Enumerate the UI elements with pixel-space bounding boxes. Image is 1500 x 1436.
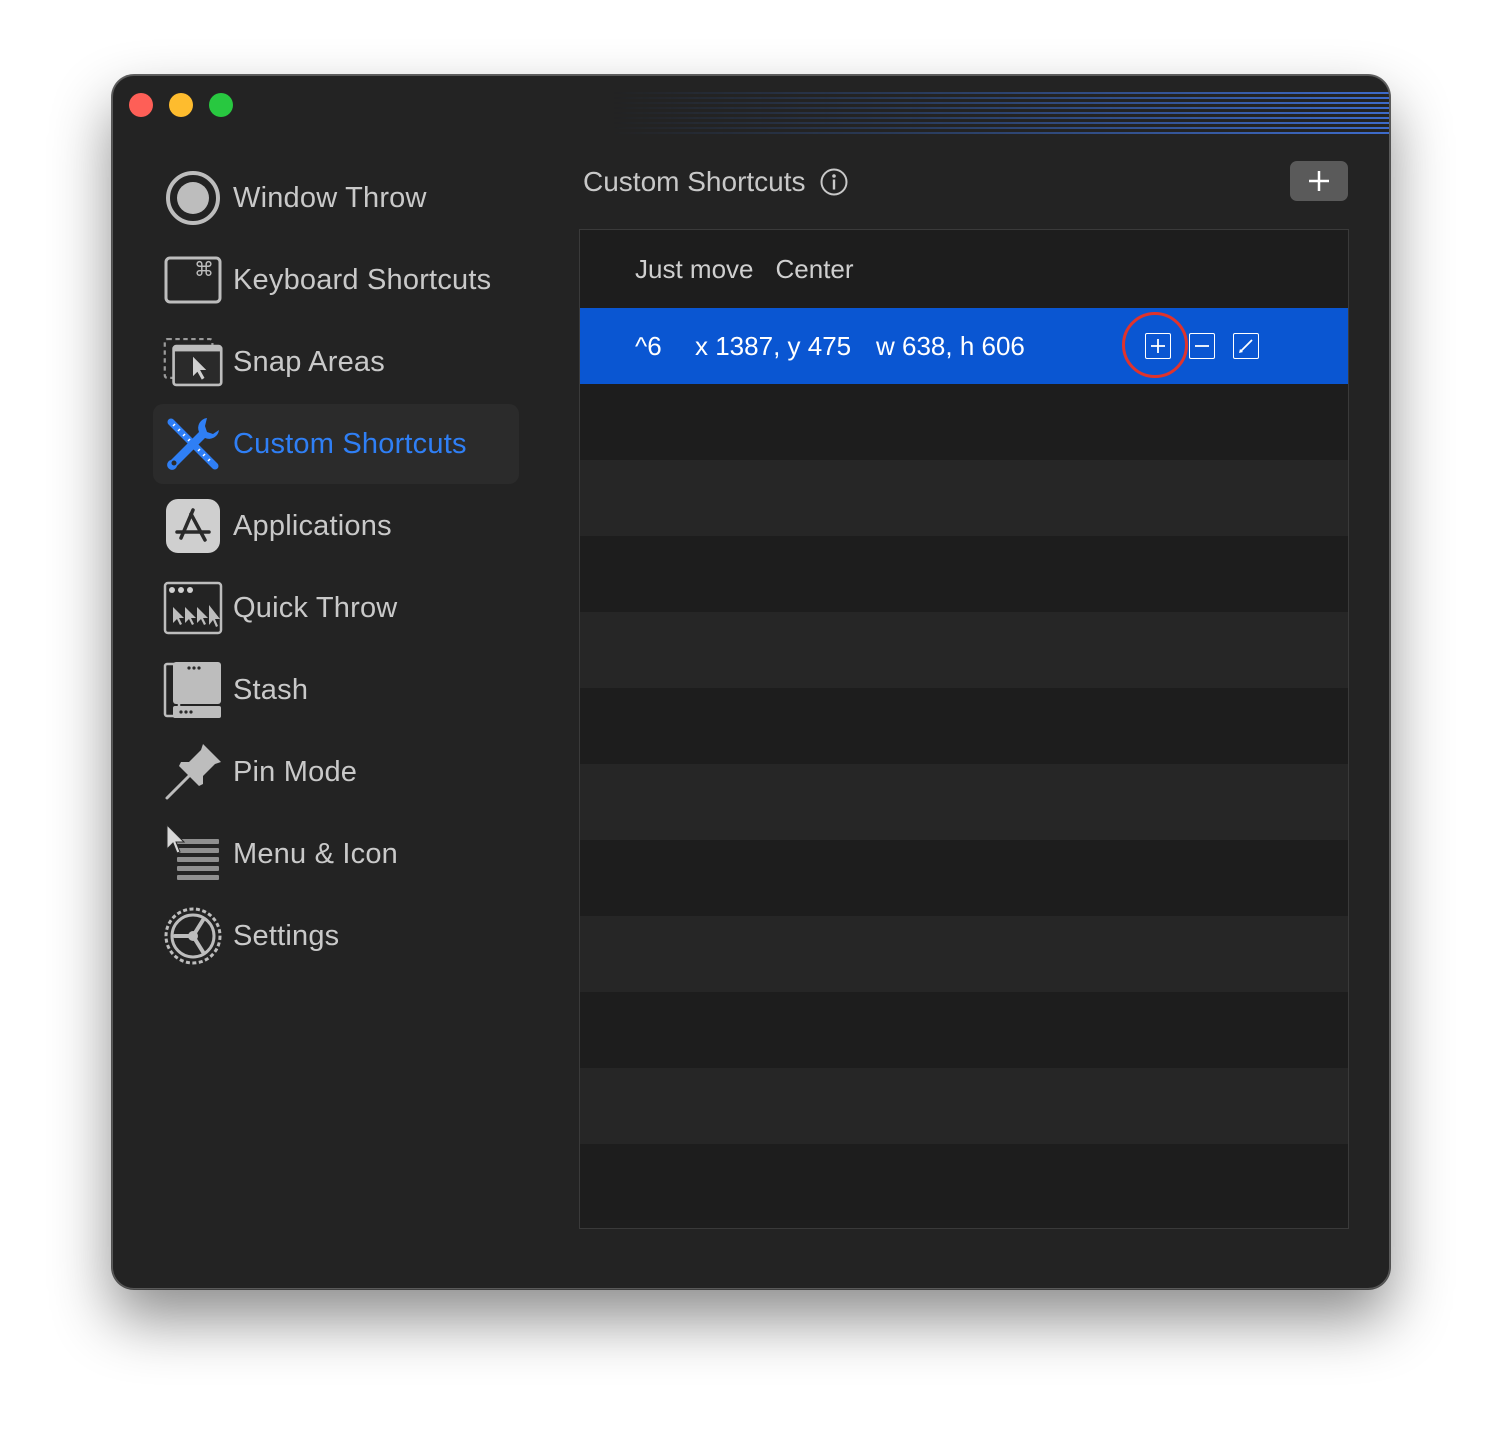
edit-row-button[interactable] <box>1233 333 1259 359</box>
snap-areas-icon <box>163 332 223 392</box>
position-value: x 1387, y 475 <box>695 330 852 361</box>
minus-icon <box>1195 345 1209 347</box>
sidebar-item-menu-icon[interactable]: Menu & Icon <box>153 814 519 894</box>
sidebar-item-snap-areas[interactable]: Snap Areas <box>153 322 519 402</box>
sidebar-item-label: Settings <box>233 919 340 952</box>
sidebar-item-label: Pin Mode <box>233 755 358 788</box>
sidebar-item-pin-mode[interactable]: Pin Mode <box>153 732 519 812</box>
settings-icon <box>163 906 223 966</box>
stash-icon <box>163 660 223 720</box>
window-throw-icon <box>163 168 223 228</box>
group-mode-label: Just move <box>635 253 754 284</box>
sidebar-item-label: Keyboard Shortcuts <box>233 263 492 296</box>
info-icon[interactable] <box>820 168 848 196</box>
add-shortcut-button[interactable] <box>1290 161 1348 201</box>
table-row <box>580 612 1348 688</box>
table-row <box>580 992 1348 1068</box>
page-title-group: Custom Shortcuts <box>583 166 848 198</box>
sidebar-item-label: Custom Shortcuts <box>233 427 467 460</box>
shortcut-key: ^6 <box>635 330 662 361</box>
sidebar-item-label: Snap Areas <box>233 345 385 378</box>
sidebar-item-label: Window Throw <box>233 181 427 214</box>
sidebar-item-label: Stash <box>233 673 309 706</box>
plus-icon <box>1151 339 1165 353</box>
applications-icon <box>163 496 223 556</box>
table-row <box>580 384 1348 460</box>
pin-icon <box>163 742 223 802</box>
sidebar-item-stash[interactable]: Stash <box>153 650 519 730</box>
keyboard-shortcuts-icon: ⌘ <box>163 250 223 310</box>
sidebar-item-applications[interactable]: Applications <box>153 486 519 566</box>
table-row <box>580 1144 1348 1220</box>
minimize-button[interactable] <box>169 93 193 117</box>
sidebar-item-quick-throw[interactable]: Quick Throw <box>153 568 519 648</box>
titlebar-glow <box>609 92 1389 136</box>
table-row <box>580 764 1348 840</box>
sidebar-item-custom-shortcuts[interactable]: Custom Shortcuts <box>153 404 519 484</box>
sidebar-item-keyboard-shortcuts[interactable]: ⌘ Keyboard Shortcuts <box>153 240 519 320</box>
page-title: Custom Shortcuts <box>583 166 806 197</box>
table-row <box>580 460 1348 536</box>
group-position-label: Center <box>775 253 854 284</box>
sidebar-item-settings[interactable]: Settings <box>153 896 519 976</box>
custom-shortcuts-icon <box>163 414 223 474</box>
pencil-icon <box>1239 339 1253 353</box>
add-row-button[interactable] <box>1145 333 1171 359</box>
shortcuts-table: Just move Center ^6 x 1387, y 475 w 638,… <box>579 229 1349 1229</box>
remove-row-button[interactable] <box>1189 333 1215 359</box>
svg-text:⌘: ⌘ <box>194 257 214 281</box>
table-row <box>580 688 1348 764</box>
table-row <box>580 536 1348 612</box>
preferences-window: Window Throw ⌘ Keyboard Shortcuts Snap A… <box>112 75 1390 1289</box>
menu-icon <box>163 823 223 884</box>
size-value: w 638, h 606 <box>876 330 1025 361</box>
table-row <box>580 840 1348 916</box>
table-row[interactable]: ^6 x 1387, y 475 w 638, h 606 <box>580 308 1348 384</box>
table-row-group-header: Just move Center <box>580 230 1348 308</box>
maximize-button[interactable] <box>209 93 233 117</box>
quick-throw-icon <box>163 578 223 638</box>
sidebar-item-label: Quick Throw <box>233 591 398 624</box>
sidebar-item-label: Applications <box>233 509 392 542</box>
plus-icon <box>1309 171 1329 191</box>
table-row <box>580 916 1348 992</box>
sidebar-item-window-throw[interactable]: Window Throw <box>153 158 519 238</box>
close-button[interactable] <box>129 93 153 117</box>
sidebar-item-label: Menu & Icon <box>233 837 399 870</box>
table-row <box>580 1068 1348 1144</box>
